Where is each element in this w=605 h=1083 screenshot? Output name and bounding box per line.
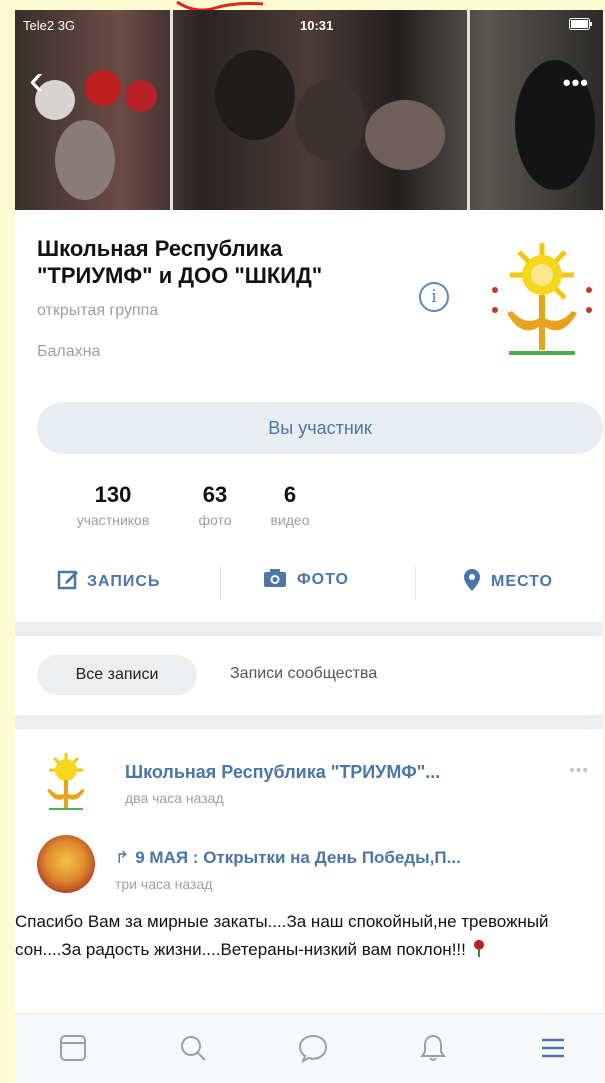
back-arrow-icon[interactable]: ‹ — [29, 58, 63, 108]
notifications-icon[interactable] — [415, 1030, 451, 1066]
cover-photo: Tele2 3G 10:31 ‹ ••• — [15, 10, 603, 210]
stat-videos[interactable]: 6 видео — [255, 482, 325, 528]
location-pin-icon — [464, 569, 480, 591]
stat-videos-label: видео — [270, 512, 310, 528]
rose-emoji-icon — [471, 940, 487, 959]
stat-photos-value: 63 — [202, 482, 228, 507]
new-post-label: ЗАПИСЬ — [87, 573, 161, 590]
post-text: Спасибо Вам за мирные закаты....За наш с… — [15, 908, 595, 964]
phone-screen: Tele2 3G 10:31 ‹ ••• Школьная Республика… — [15, 10, 603, 1083]
bottom-tab-bar — [15, 1013, 603, 1083]
add-photo-label: ФОТО — [297, 571, 349, 588]
member-status-button[interactable]: Вы участник — [37, 402, 603, 454]
camera-icon — [264, 569, 286, 587]
new-post-button[interactable]: ЗАПИСЬ — [57, 568, 160, 591]
messages-icon[interactable] — [295, 1030, 331, 1066]
status-time: 10:31 — [300, 18, 334, 33]
repost-avatar[interactable] — [37, 835, 95, 893]
stat-photos[interactable]: 63 фото — [185, 482, 245, 528]
stat-videos-value: 6 — [283, 482, 297, 507]
stat-members[interactable]: 130 участников — [43, 482, 183, 528]
group-title: Школьная Республика "ТРИУМФ" и ДОО "ШКИД… — [37, 236, 323, 288]
tab-all-posts[interactable]: Все записи — [37, 655, 197, 695]
action-divider — [220, 566, 221, 600]
news-icon[interactable] — [55, 1030, 91, 1066]
stat-photos-label: фото — [198, 512, 232, 528]
menu-icon[interactable] — [535, 1030, 571, 1066]
stat-members-value: 130 — [94, 482, 132, 507]
repost-time: три часа назад — [115, 876, 213, 892]
group-city: Балахна — [37, 343, 101, 360]
edit-icon — [57, 570, 78, 590]
add-place-label: МЕСТО — [491, 573, 553, 590]
post-more-icon[interactable]: ••• — [569, 762, 589, 780]
action-row: ЗАПИСЬ ФОТО МЕСТО — [15, 558, 603, 608]
group-logo[interactable] — [487, 235, 597, 365]
section-gap — [15, 622, 603, 636]
group-type: открытая группа — [37, 302, 159, 319]
more-options-icon[interactable]: ••• — [563, 70, 589, 96]
add-place-button[interactable]: МЕСТО — [463, 568, 553, 592]
action-divider — [415, 566, 416, 600]
battery-icon — [569, 18, 593, 33]
add-photo-button[interactable]: ФОТО — [263, 568, 349, 589]
stat-members-label: участников — [76, 512, 150, 528]
repost-title[interactable]: ↱ 9 МАЯ : Открытки на День Победы,П... — [115, 848, 461, 868]
repost-title-text: 9 МАЯ : Открытки на День Победы,П... — [135, 848, 461, 867]
repost-arrow-icon: ↱ — [115, 848, 130, 867]
carrier-signal: Tele2 3G — [23, 18, 76, 33]
post-text-body: Спасибо Вам за мирные закаты....За наш с… — [15, 912, 549, 959]
section-gap — [15, 715, 603, 729]
status-bar: Tele2 3G 10:31 — [15, 16, 603, 36]
search-icon[interactable] — [175, 1030, 211, 1066]
tab-community-posts[interactable]: Записи сообщества — [230, 665, 377, 683]
info-icon[interactable]: i — [419, 282, 449, 312]
post-author-avatar[interactable] — [37, 750, 95, 812]
post-time: два часа назад — [125, 790, 224, 806]
post-author-name[interactable]: Школьная Республика "ТРИУМФ"... — [125, 762, 440, 783]
